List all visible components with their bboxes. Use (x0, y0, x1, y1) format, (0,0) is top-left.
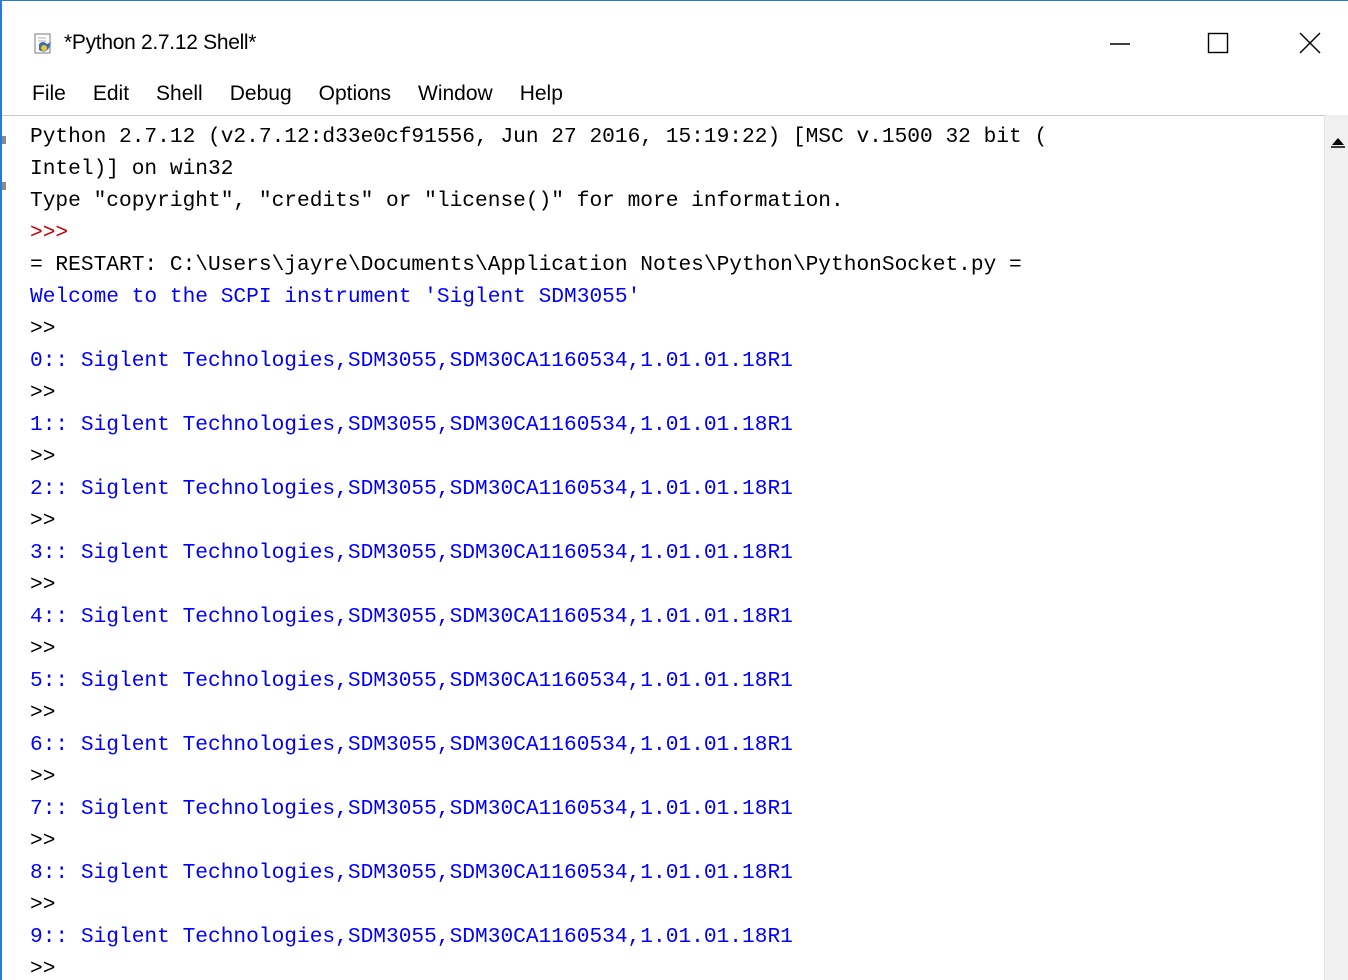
shell-line: = RESTART: C:\Users\jayre\Documents\Appl… (30, 253, 1022, 277)
shell-prompt: >> (30, 829, 56, 853)
menu-bar: File Edit Shell Debug Options Window Hel… (2, 73, 1348, 115)
shell-line: Type "copyright", "credits" or "license(… (30, 189, 844, 213)
menu-shell[interactable]: Shell (142, 73, 216, 115)
shell-line: Welcome to the SCPI instrument 'Siglent … (30, 285, 641, 309)
shell-prompt: >> (30, 701, 56, 725)
menu-debug[interactable]: Debug (216, 73, 305, 115)
window-title: *Python 2.7.12 Shell* (64, 31, 257, 54)
shell-line: 5:: Siglent Technologies,SDM3055,SDM30CA… (30, 669, 793, 693)
shell-prompt: >> (30, 765, 56, 789)
scroll-up-arrow-icon (1331, 138, 1345, 148)
minimize-icon (1110, 43, 1130, 45)
close-icon (1299, 32, 1321, 54)
shell-prompt: >> (30, 957, 56, 980)
shell-prompt: >> (30, 381, 56, 405)
title-bar[interactable]: *Python 2.7.12 Shell* (2, 1, 1348, 73)
menu-file[interactable]: File (2, 73, 79, 115)
shell-text-area[interactable]: Python 2.7.12 (v2.7.12:d33e0cf91556, Jun… (2, 115, 1324, 980)
gutter-mark (2, 182, 6, 190)
shell-line: 0:: Siglent Technologies,SDM3055,SDM30CA… (30, 349, 793, 373)
idle-shell-window: *Python 2.7.12 Shell* File Edit Shell De… (0, 0, 1348, 980)
shell-line: Intel)] on win32 (30, 157, 234, 181)
shell-prompt: >>> (30, 221, 69, 245)
close-button[interactable] (1280, 18, 1340, 68)
shell-line: 8:: Siglent Technologies,SDM3055,SDM30CA… (30, 861, 793, 885)
menu-edit[interactable]: Edit (79, 73, 142, 115)
shell-line: Python 2.7.12 (v2.7.12:d33e0cf91556, Jun… (30, 125, 1048, 149)
shell-prompt: >> (30, 317, 56, 341)
menu-help[interactable]: Help (506, 73, 576, 115)
shell-prompt: >> (30, 893, 56, 917)
shell-line: 9:: Siglent Technologies,SDM3055,SDM30CA… (30, 925, 793, 949)
menu-options[interactable]: Options (305, 73, 404, 115)
shell-line: 3:: Siglent Technologies,SDM3055,SDM30CA… (30, 541, 793, 565)
shell-prompt: >> (30, 445, 56, 469)
maximize-button[interactable] (1188, 18, 1248, 68)
shell-prompt: >> (30, 573, 56, 597)
shell-line: 1:: Siglent Technologies,SDM3055,SDM30CA… (30, 413, 793, 437)
shell-line: 6:: Siglent Technologies,SDM3055,SDM30CA… (30, 733, 793, 757)
shell-line: 7:: Siglent Technologies,SDM3055,SDM30CA… (30, 797, 793, 821)
shell-line: 4:: Siglent Technologies,SDM3055,SDM30CA… (30, 605, 793, 629)
scroll-up-button[interactable] (1327, 131, 1348, 153)
minimize-button[interactable] (1090, 18, 1150, 68)
shell-prompt: >> (30, 637, 56, 661)
python-idle-icon (32, 32, 56, 56)
shell-line: 2:: Siglent Technologies,SDM3055,SDM30CA… (30, 477, 793, 501)
vertical-scrollbar[interactable] (1324, 115, 1348, 980)
menu-window[interactable]: Window (404, 73, 506, 115)
shell-prompt: >> (30, 509, 56, 533)
maximize-icon (1207, 32, 1229, 54)
gutter-mark (2, 136, 6, 144)
shell-output[interactable]: Python 2.7.12 (v2.7.12:d33e0cf91556, Jun… (30, 121, 1324, 980)
